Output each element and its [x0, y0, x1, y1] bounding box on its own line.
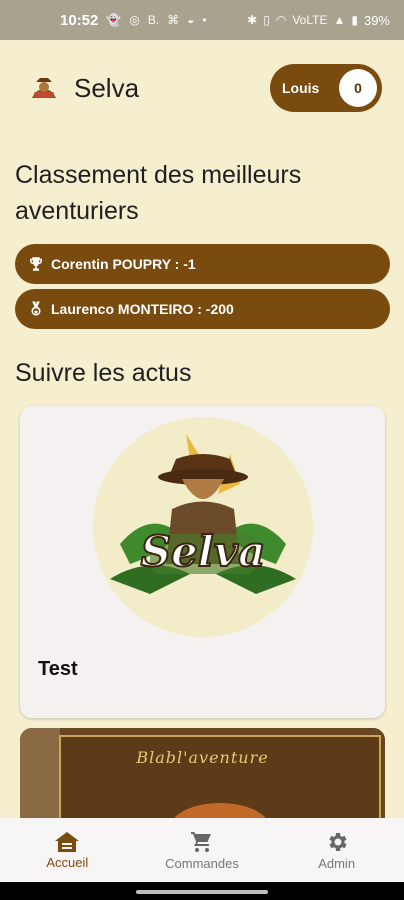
nav-item-label: Accueil [46, 854, 89, 870]
dot-icon: • [202, 13, 207, 27]
status-right: ✱ ▯ ◠ VoLTE ▲ ▮ 39% [247, 13, 390, 28]
status-bar: 10:52 👻 ◎ B. ⌘ ◒ • ✱ ▯ ◠ VoLTE ▲ ▮ 39% [0, 0, 404, 40]
nav-item-admin[interactable]: Admin [277, 830, 397, 871]
news-card-2-title: Blabl'aventure [136, 748, 269, 767]
trophy-icon [27, 255, 45, 273]
status-left: 10:52 👻 ◎ B. ⌘ ◒ • [60, 12, 207, 29]
selva-logo-icon [26, 70, 62, 106]
app-name: Selva [74, 72, 140, 103]
selva-logo-image: Selva [93, 417, 313, 637]
nav-item-accueil[interactable]: Accueil [7, 831, 127, 870]
brand[interactable]: Selva [24, 68, 139, 108]
nav-item-label: Admin [318, 855, 356, 871]
silent-icon: ▯ [263, 13, 270, 27]
ranking-entry[interactable]: Corentin POUPRY : -1 [15, 244, 390, 284]
battery-percent: 39% [363, 12, 390, 28]
snapchat-icon: 👻 [106, 13, 122, 27]
volte-icon: VoLTE [292, 13, 328, 27]
signal-icon: ▲ [333, 13, 346, 27]
system-nav-bar [0, 882, 404, 900]
battery-icon: ▮ [351, 13, 358, 27]
user-points-badge: 0 [339, 69, 377, 107]
app-header: Selva Louis 0 [0, 58, 404, 118]
user-name: Louis [282, 80, 320, 96]
wifi-icon: ◠ [275, 13, 287, 27]
ranking-list: Corentin POUPRY : -1 Laurenco MONTEIRO :… [15, 244, 390, 334]
nav-item-commandes[interactable]: Commandes [142, 830, 262, 871]
ranking-entry[interactable]: Laurenco MONTEIRO : -200 [15, 289, 390, 329]
news-card-title: Test [38, 658, 78, 680]
home-gesture-bar[interactable] [136, 890, 268, 894]
home-icon [55, 831, 80, 852]
user-profile-button[interactable]: Louis 0 [270, 64, 382, 112]
app-icon: ⌘ [167, 13, 180, 27]
ranking-entry-text: Laurenco MONTEIRO : -200 [51, 301, 234, 317]
ranking-entry-text: Corentin POUPRY : -1 [51, 256, 196, 272]
gear-icon [329, 832, 347, 851]
booking-icon: B. [147, 13, 160, 27]
bluetooth-icon: ✱ [247, 13, 258, 27]
news-title: Suivre les actus [15, 359, 192, 387]
whatsapp-icon: ◎ [129, 13, 140, 27]
cart-icon [190, 831, 211, 852]
news-card[interactable]: Selva Test [20, 406, 385, 718]
medal-icon [27, 300, 45, 318]
selva-logo-text: Selva [141, 527, 266, 576]
bottom-nav: Accueil Commandes Admin [0, 818, 404, 882]
status-time: 10:52 [60, 11, 99, 29]
ranking-title: Classement des meilleurs aventuriers [15, 161, 302, 225]
nav-item-label: Commandes [165, 855, 239, 871]
pot-icon: ◒ [187, 13, 195, 27]
